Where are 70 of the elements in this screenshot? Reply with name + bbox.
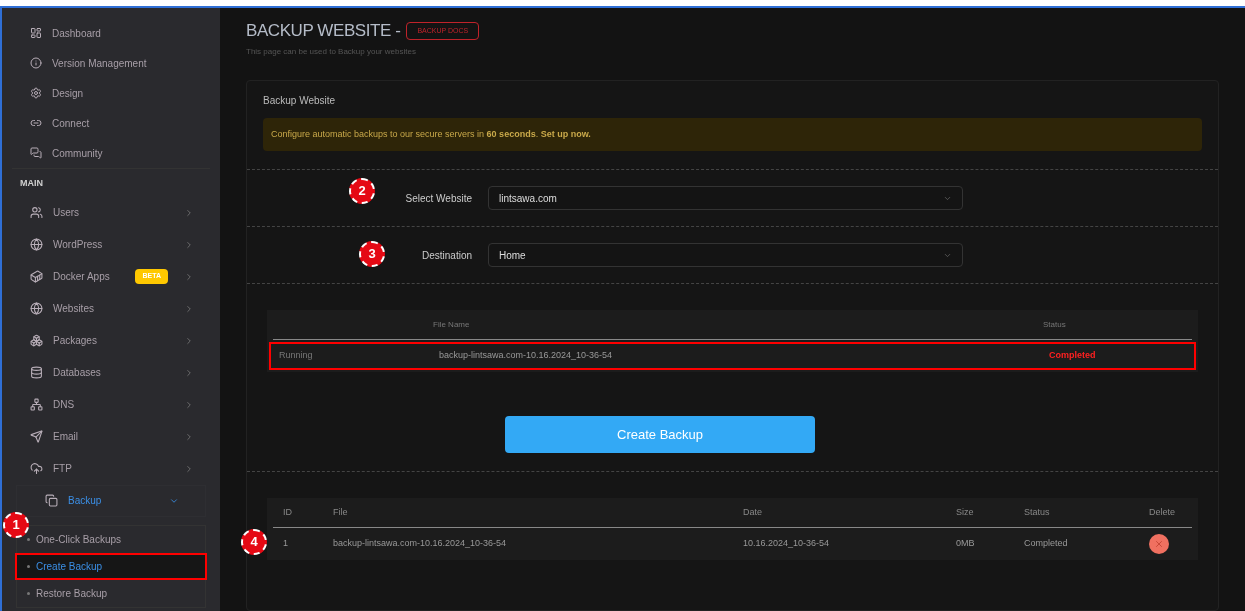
select-field[interactable]: lintsawa.com (488, 186, 963, 210)
sidebar-item[interactable]: Packages (2, 324, 220, 357)
users-icon (30, 206, 43, 219)
chevron-icon (184, 239, 194, 250)
submenu-item[interactable]: Restore Backup (17, 579, 205, 607)
column-header: Status (1043, 318, 1066, 331)
notice-banner: Configure automatic backups to our secure servers in 60 seconds. Set up now. (263, 117, 1202, 151)
step-marker: 4 (241, 529, 267, 555)
field-label: Select Website (405, 191, 472, 206)
table-cell-text: 0MB (956, 537, 976, 551)
table-cell-text: Running (279, 349, 314, 363)
step-marker: 1 (3, 511, 29, 538)
sidebar-link[interactable]: Connect (52, 115, 90, 131)
column-header: ID (282, 505, 293, 519)
chevron-icon (184, 463, 194, 474)
table-cell-text: backup-lintsawa.com-10.16.2024_10-36-54 (439, 349, 614, 363)
section-heading: MAIN (19, 177, 44, 190)
link-icon (30, 117, 42, 129)
close-icon (1154, 539, 1164, 549)
sidebar-item[interactable]: Websites (2, 292, 220, 325)
sidebar-link[interactable]: Community (52, 145, 103, 161)
step-marker: 3 (359, 241, 385, 267)
box-icon (30, 270, 43, 283)
column-header: File (333, 505, 349, 519)
sidebar-link[interactable]: Dashboard (52, 25, 101, 41)
select-field[interactable]: Home (488, 243, 963, 267)
sidebar-item[interactable]: WordPress (2, 228, 220, 261)
globe-icon (30, 238, 43, 251)
sidebar-item[interactable]: Users (2, 196, 220, 229)
chevron-icon (184, 271, 194, 282)
submenu-item[interactable]: Create Backup (15, 552, 207, 580)
table-cell-text: 1 (282, 537, 289, 551)
chevron-icon (184, 431, 194, 442)
copy-icon (45, 494, 58, 507)
globe-icon (30, 302, 43, 315)
chevron-icon (184, 399, 194, 410)
page-title: BACKUP WEBSITE - (246, 20, 401, 42)
cloud-upload-icon (30, 462, 43, 475)
dashboard-icon (30, 27, 42, 39)
sidebar-item[interactable]: Databases (2, 356, 220, 389)
gear-icon (30, 87, 42, 99)
sidebar-item[interactable]: Email (2, 420, 220, 453)
card-title: Backup Website (263, 93, 337, 108)
chevron-icon (184, 207, 194, 218)
table-cell-text: backup-lintsawa.com-10.16.2024_10-36-54 (333, 537, 508, 551)
column-header: Size (956, 505, 975, 519)
sidebar-item[interactable]: DNS (2, 388, 220, 421)
sidebar-link[interactable]: Version Management (52, 55, 147, 71)
column-header: File Name (433, 318, 471, 331)
chevron-icon (184, 303, 194, 314)
paper-plane-icon (30, 430, 43, 443)
delete-button[interactable] (1149, 534, 1169, 554)
chevron-icon (184, 335, 194, 346)
column-header: Delete (1149, 505, 1175, 519)
info-icon (30, 57, 42, 69)
sidebar-item[interactable]: FTP (2, 452, 220, 485)
chevron-icon (184, 367, 194, 378)
database-icon (30, 366, 43, 379)
table-cell-text: 10.16.2024_10-36-54 (743, 537, 831, 551)
sidebar-item[interactable]: Backup (16, 484, 206, 517)
column-header: Status (1024, 505, 1051, 519)
field-label: Destination (421, 248, 472, 263)
network-icon (30, 398, 43, 411)
boxes-icon (30, 334, 43, 347)
table-cell: Completed (1049, 349, 1096, 363)
step-marker: 2 (349, 178, 375, 204)
sidebar-link[interactable]: Design (52, 85, 84, 101)
table-cell-text: Completed (1024, 537, 1069, 551)
column-header: Date (743, 505, 763, 519)
chat-icon (30, 147, 42, 159)
